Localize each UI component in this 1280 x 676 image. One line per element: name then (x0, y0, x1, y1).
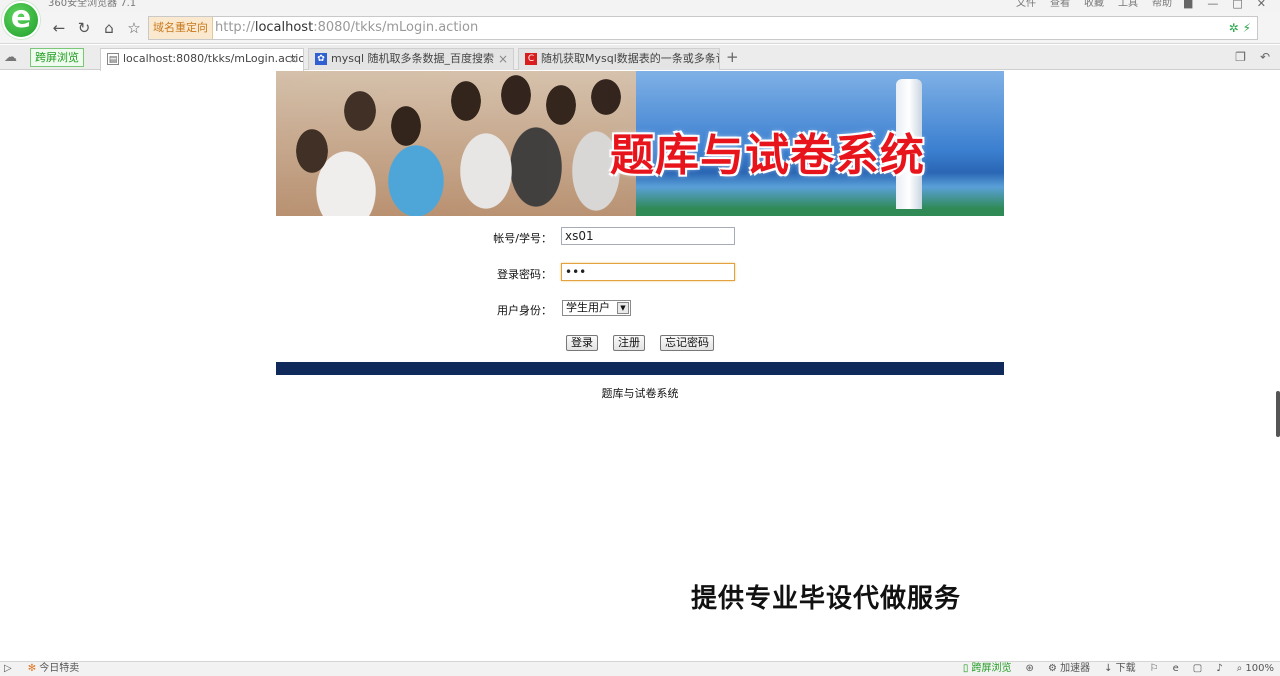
tab-close-icon[interactable]: × (288, 49, 298, 69)
tab-baidu-search[interactable]: ✿ mysql 随机取多条数据_百度搜索 × (308, 48, 514, 70)
header-banner: 题库与试卷系统 (276, 71, 1004, 216)
status-bar: ▷ ✻ 今日特卖 ▯ 跨屏浏览 ⊛ ⚙ 加速器 ↓ 下载 ⚐ e ▢ ♪ ⌕ 1… (0, 661, 1280, 676)
browser-logo-icon (2, 0, 40, 39)
tab-list-icon[interactable]: ❐ (1235, 50, 1246, 64)
app-title: 360安全浏览器 7.1 (48, 0, 137, 9)
password-input[interactable] (561, 263, 735, 281)
tab-login[interactable]: ▤ localhost:8080/tkks/mLogin.action × (100, 48, 304, 71)
account-input[interactable] (561, 227, 735, 245)
url-text[interactable]: http://localhost:8080/tkks/mLogin.action (215, 17, 478, 39)
gift-icon: ✻ (27, 663, 37, 674)
accelerator[interactable]: ⚙ 加速器 (1048, 662, 1090, 676)
menu-view[interactable]: 查看 (1050, 0, 1070, 10)
baidu-icon: ✿ (315, 53, 327, 65)
forgot-password-button[interactable]: 忘记密码 (660, 335, 714, 351)
sidebar-toggle-icon[interactable]: ▷ (4, 662, 12, 676)
url-field[interactable]: 域名重定向 http://localhost:8080/tkks/mLogin.… (148, 16, 1258, 40)
register-button[interactable]: 注册 (613, 335, 645, 351)
window-controls: ■ — □ ✕ (1183, 0, 1266, 10)
cloud-icon[interactable]: ☁ (4, 50, 17, 65)
undo-close-icon[interactable]: ↶ (1260, 50, 1270, 64)
tab-csdn-article[interactable]: C 随机获取Mysql数据表的一条或多条记 × (518, 48, 720, 70)
title-bar: 360安全浏览器 7.1 文件 查看 收藏 工具 帮助 ■ — □ ✕ (0, 0, 1280, 12)
menu-favorites[interactable]: 收藏 (1084, 0, 1104, 10)
account-label: 帐号/学号： (493, 232, 552, 245)
csdn-icon: C (525, 53, 537, 65)
status-split-view[interactable]: ▯ 跨屏浏览 (963, 662, 1012, 676)
role-label: 用户身份： (497, 304, 552, 317)
window-icon[interactable]: ▢ (1193, 662, 1202, 676)
tab-close-icon[interactable]: × (704, 49, 714, 69)
role-selected-value: 学生用户 (566, 301, 610, 314)
footer-text: 题库与试卷系统 (601, 387, 679, 400)
tab-title: mysql 随机取多条数据_百度搜索 (331, 52, 494, 65)
security-icon[interactable]: ✲ (1229, 21, 1239, 35)
skin-icon[interactable]: ■ (1183, 0, 1193, 10)
role-select[interactable]: 学生用户 ▼ (562, 300, 631, 316)
tab-tools: ❐ ↶ (1235, 50, 1270, 64)
close-icon[interactable]: ✕ (1257, 0, 1266, 10)
star-icon[interactable]: ☆ (123, 17, 145, 39)
status-right: ▯ 跨屏浏览 ⊛ ⚙ 加速器 ↓ 下载 ⚐ e ▢ ♪ ⌕ 100% (963, 662, 1274, 676)
home-icon[interactable]: ⌂ (98, 17, 120, 39)
zoom-level[interactable]: ⌕ 100% (1237, 662, 1274, 676)
refresh-icon[interactable]: ↻ (73, 17, 95, 39)
menu-bar: 文件 查看 收藏 工具 帮助 (1016, 0, 1172, 10)
page-content: 题库与试卷系统 帐号/学号： 登录密码： 用户身份： 学生用户 ▼ 登录 注册 … (0, 71, 1280, 661)
today-deals[interactable]: ✻ 今日特卖 (28, 662, 80, 676)
maximize-icon[interactable]: □ (1232, 0, 1242, 10)
ie-mode-icon[interactable]: e (1173, 662, 1179, 676)
minimize-icon[interactable]: — (1207, 0, 1218, 10)
scrollbar-thumb[interactable] (1276, 391, 1280, 437)
video-watermark: 提供专业毕设代做服务 (691, 584, 962, 614)
url-tools: ✲ ⚡ (1229, 17, 1251, 39)
login-button[interactable]: 登录 (566, 335, 598, 351)
menu-tools[interactable]: 工具 (1118, 0, 1138, 10)
address-bar: ← ↻ ⌂ ☆ 域名重定向 http://localhost:8080/tkks… (0, 12, 1280, 44)
redirect-badge[interactable]: 域名重定向 (149, 17, 213, 39)
menu-help[interactable]: 帮助 (1152, 0, 1172, 10)
role-row: 用户身份： 学生用户 ▼ (0, 299, 1280, 319)
chevron-down-icon[interactable]: ▼ (617, 302, 629, 314)
tab-close-icon[interactable]: × (498, 49, 508, 69)
banner-title: 题库与试卷系统 (610, 130, 925, 181)
new-tab-button[interactable]: + (726, 48, 739, 66)
page-icon: ▤ (107, 53, 119, 65)
status-left: ▷ ✻ 今日特卖 (4, 662, 79, 676)
password-row: 登录密码： (0, 263, 1280, 283)
volume-icon[interactable]: ♪ (1216, 662, 1222, 676)
password-label: 登录密码： (497, 268, 552, 281)
tab-title: 随机获取Mysql数据表的一条或多条记 (541, 52, 720, 65)
back-icon[interactable]: ← (48, 17, 70, 39)
account-row: 帐号/学号： (0, 227, 1280, 247)
menu-file[interactable]: 文件 (1016, 0, 1036, 10)
tab-bar: ☁ 跨屏浏览 ▤ localhost:8080/tkks/mLogin.acti… (0, 45, 1280, 71)
download[interactable]: ↓ 下载 (1104, 662, 1136, 676)
split-view-button[interactable]: 跨屏浏览 (30, 48, 84, 67)
browser-doctor-icon[interactable]: ⊛ (1026, 662, 1034, 676)
students-photo (276, 71, 636, 216)
flag-icon[interactable]: ⚐ (1150, 662, 1159, 676)
speed-mode-icon[interactable]: ⚡ (1243, 21, 1251, 35)
footer-divider (276, 362, 1004, 375)
tab-title: localhost:8080/tkks/mLogin.action (123, 52, 304, 65)
